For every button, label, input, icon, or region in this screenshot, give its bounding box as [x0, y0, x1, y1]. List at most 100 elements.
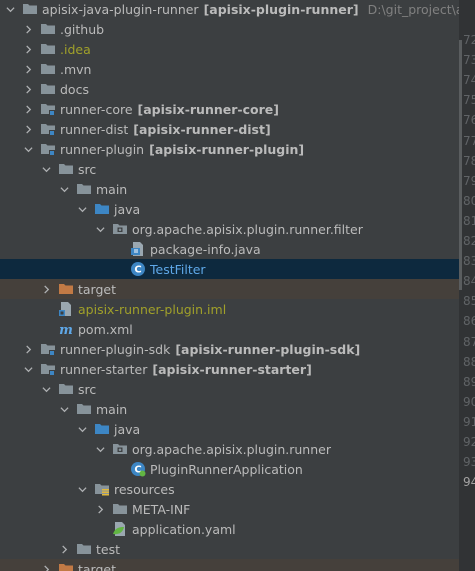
tree-item-label: org.apache.apisix.plugin.runner [132, 441, 331, 457]
folder-icon [40, 21, 56, 37]
tree-item-label: src [78, 161, 97, 177]
tree-item-docs[interactable]: docs [0, 79, 459, 99]
tree-item-target[interactable]: target [0, 559, 459, 571]
module-folder-icon [40, 361, 56, 377]
chevron-right-icon[interactable] [94, 499, 106, 519]
module-name: [apisix-runner-starter] [152, 361, 312, 377]
tree-item-mvn[interactable]: .mvn [0, 59, 459, 79]
chevron-right-icon[interactable] [22, 119, 34, 139]
tree-item-src[interactable]: src [0, 379, 459, 399]
chevron-down-icon[interactable] [76, 419, 88, 439]
tree-item-label: org.apache.apisix.plugin.runner.filter [132, 221, 363, 237]
chevron-right-icon[interactable] [22, 99, 34, 119]
line-number: 91 [463, 414, 475, 429]
line-number: 92 [463, 435, 475, 449]
tree-item-main[interactable]: main [0, 399, 459, 419]
folder-icon [112, 501, 128, 517]
chevron-down-icon[interactable] [94, 219, 106, 239]
chevron-down-icon[interactable] [22, 359, 34, 379]
line-number: 90 [463, 394, 475, 409]
tree-item-java[interactable]: java [0, 419, 459, 439]
line-number: 81 [463, 213, 475, 228]
tree-item-org-apache-apisix-plugin-runner-filter[interactable]: org.apache.apisix.plugin.runner.filter [0, 219, 459, 239]
line-number: 82 [463, 234, 475, 248]
line-number: 73 [463, 53, 475, 68]
chevron-down-icon[interactable] [94, 439, 106, 459]
tree-item-label: runner-dist [60, 121, 129, 137]
chevron-right-icon[interactable] [22, 79, 34, 99]
tree-item-label: .idea [60, 41, 91, 57]
tree-item-main[interactable]: main [0, 179, 459, 199]
chevron-down-icon[interactable] [40, 159, 52, 179]
tree-item-src[interactable]: src [0, 159, 459, 179]
chevron-down-icon[interactable] [58, 179, 70, 199]
chevron-right-icon[interactable] [58, 539, 70, 559]
chevron-right-icon[interactable] [22, 19, 34, 39]
tree-item-label: TestFilter [150, 261, 206, 277]
tree-item-java[interactable]: java [0, 199, 459, 219]
chevron-down-icon[interactable] [40, 379, 52, 399]
tree-item-runner-core[interactable]: runner-core [apisix-runner-core] [0, 99, 459, 119]
tree-item-resources[interactable]: resources [0, 479, 459, 499]
line-number: 79 [463, 173, 475, 188]
folder-icon [40, 61, 56, 77]
tree-item-runner-plugin[interactable]: runner-plugin [apisix-runner-plugin] [0, 139, 459, 159]
chevron-down-icon[interactable] [4, 0, 16, 19]
tree-item-label: pom.xml [78, 321, 133, 337]
chevron-right-icon[interactable] [40, 279, 52, 299]
line-number: 76 [463, 113, 475, 128]
tree-item-label: test [96, 541, 121, 557]
module-name: [apisix-runner-plugin-sdk] [175, 341, 361, 357]
tree-item-target[interactable]: target [0, 279, 459, 299]
resources-folder-icon [94, 481, 110, 497]
tree-item-pluginrunnerapplication[interactable]: C PluginRunnerApplication [0, 459, 459, 479]
module-folder-icon [40, 141, 56, 157]
tree-item-label: apisix-runner-plugin.iml [78, 301, 227, 317]
module-folder-icon [40, 101, 56, 117]
excluded-folder-icon [58, 281, 74, 297]
tree-item-apisix-runner-plugin-iml[interactable]: apisix-runner-plugin.iml [0, 299, 459, 319]
tree-item-runner-dist[interactable]: runner-dist [apisix-runner-dist] [0, 119, 459, 139]
tree-item-label: main [96, 401, 128, 417]
chevron-down-icon[interactable] [76, 479, 88, 499]
chevron-right-icon[interactable] [22, 339, 34, 359]
tree-item-org-apache-apisix-plugin-runner[interactable]: org.apache.apisix.plugin.runner [0, 439, 459, 459]
line-number: 93 [463, 455, 475, 470]
chevron-down-icon[interactable] [22, 139, 34, 159]
module-name: [apisix-runner-plugin] [149, 141, 305, 157]
tree-item-github[interactable]: .github [0, 19, 459, 39]
tree-item-label: package-info.java [150, 241, 261, 257]
tree-item-testfilter[interactable]: C TestFilter [0, 259, 459, 279]
folder-icon [76, 181, 92, 197]
tree-item-package-info-java[interactable]: package-info.java [0, 239, 459, 259]
tree-item-meta-inf[interactable]: META-INF [0, 499, 459, 519]
tree-item-label: java [114, 421, 141, 437]
class-icon: C [130, 261, 146, 277]
tree-item-label: main [96, 181, 128, 197]
chevron-down-icon[interactable] [58, 399, 70, 419]
folder-icon [22, 1, 38, 17]
line-number: 74 [463, 73, 475, 88]
folder-icon [40, 41, 56, 57]
tree-item-runner-plugin-sdk[interactable]: runner-plugin-sdk [apisix-runner-plugin-s… [0, 339, 459, 359]
tree-item-runner-starter[interactable]: runner-starter [apisix-runner-starter] [0, 359, 459, 379]
tree-item-label: docs [60, 81, 89, 97]
tree-item-pom-xml[interactable]: m pom.xml [0, 319, 459, 339]
tree-item-idea[interactable]: .idea [0, 39, 459, 59]
chevron-right-icon[interactable] [22, 39, 34, 59]
line-number: 77 [463, 133, 475, 148]
tree-item-apisix-java-plugin-runner[interactable]: apisix-java-plugin-runner [apisix-plugin-… [0, 0, 459, 19]
folder-icon [76, 541, 92, 557]
tree-item-test[interactable]: test [0, 539, 459, 559]
chevron-down-icon[interactable] [76, 199, 88, 219]
tree-item-application-yaml[interactable]: application.yaml [0, 519, 459, 539]
line-number: 86 [463, 314, 475, 329]
module-folder-icon [40, 341, 56, 357]
chevron-right-icon[interactable] [22, 59, 34, 79]
chevron-right-icon[interactable] [40, 559, 52, 571]
